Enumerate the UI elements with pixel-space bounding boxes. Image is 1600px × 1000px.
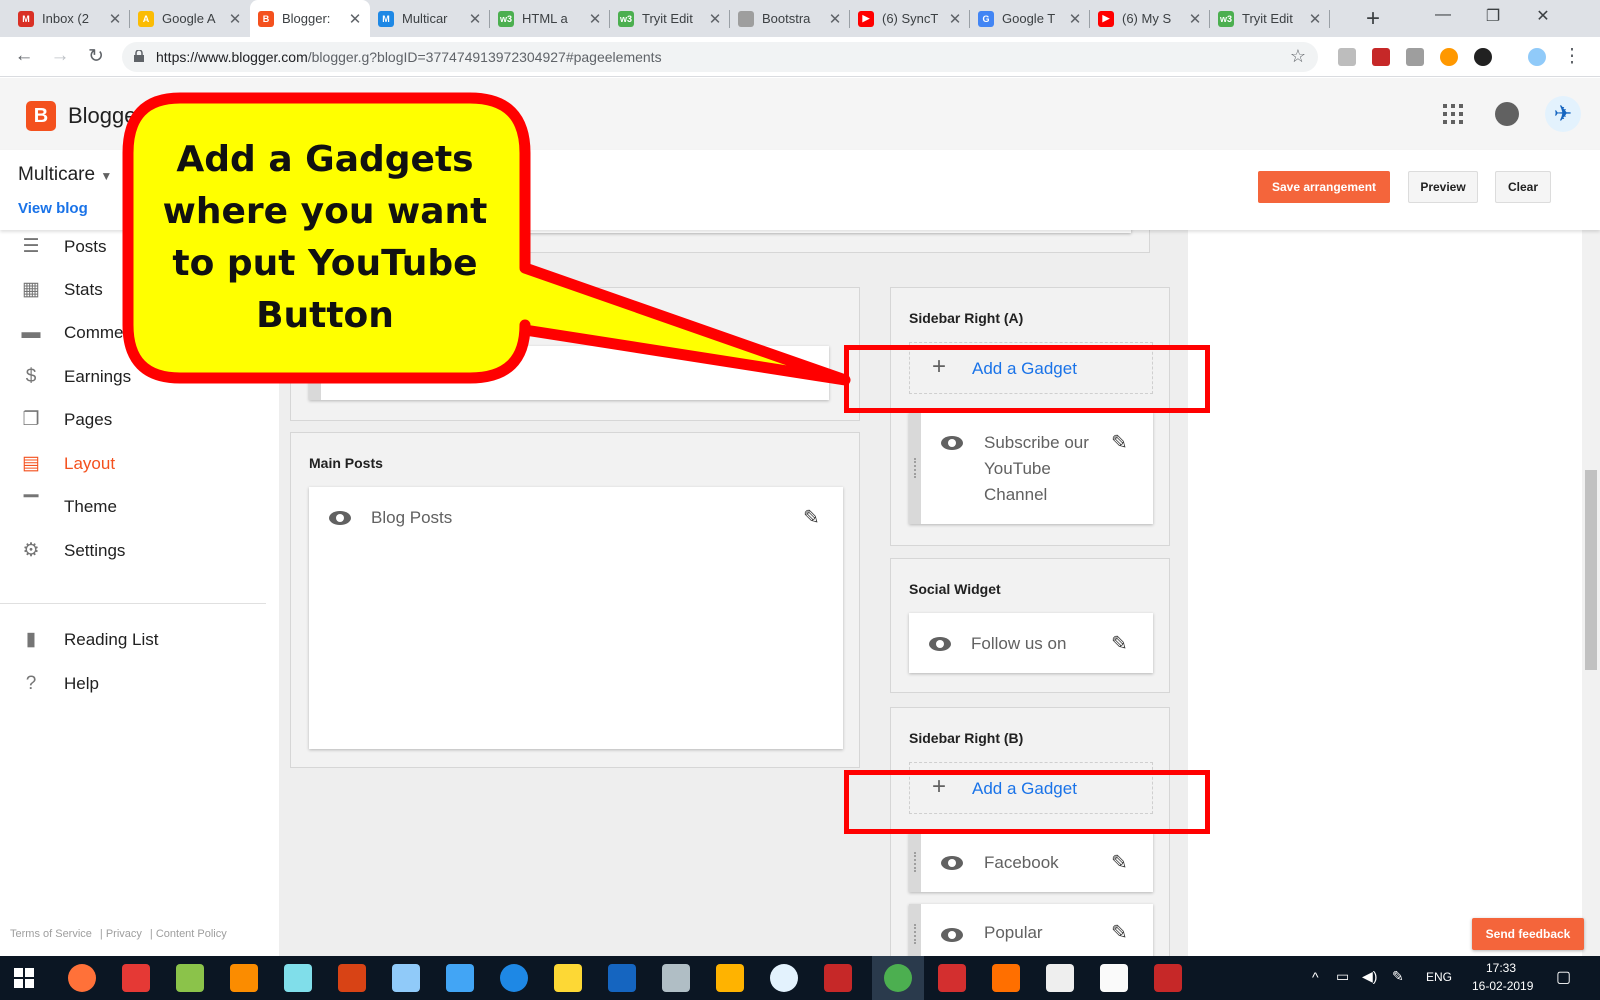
callout-line: to put YouTube (172, 242, 478, 284)
callout-line: Add a Gadgets (176, 138, 474, 180)
callout-line: where you want (162, 190, 488, 232)
callout-line: Button (256, 294, 394, 336)
callout-text: Add a Gadgets where you want to put YouT… (145, 125, 505, 350)
